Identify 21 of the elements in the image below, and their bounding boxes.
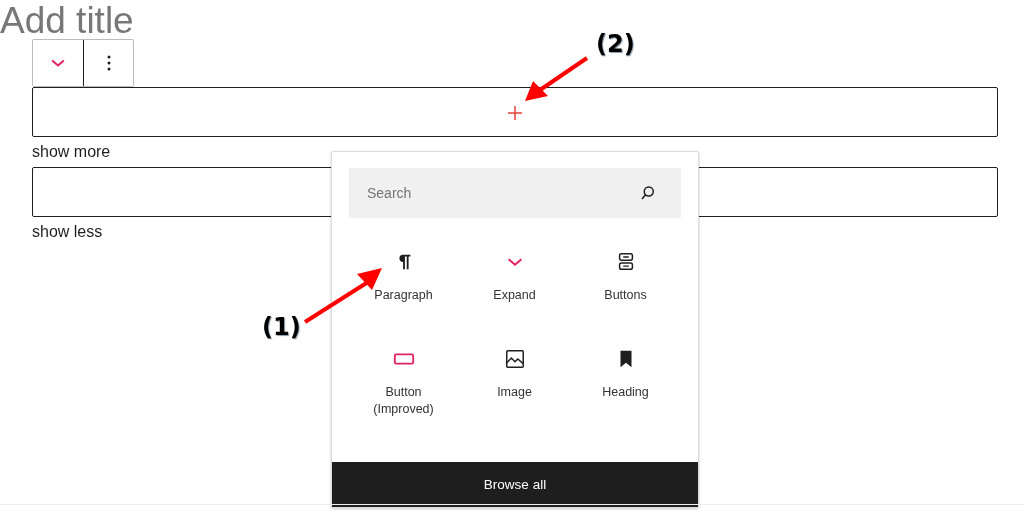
annotation-arrow xyxy=(525,56,589,101)
options-button[interactable] xyxy=(83,40,133,86)
plus-icon xyxy=(508,106,522,120)
block-type-item[interactable]: Button (Improved) xyxy=(348,348,459,418)
block-type-item[interactable]: Expand xyxy=(459,251,570,304)
block-type-item[interactable]: Image xyxy=(459,348,570,401)
search-icon xyxy=(639,184,657,202)
more-options-icon xyxy=(105,54,112,72)
search-input[interactable]: Search xyxy=(365,184,639,202)
annotation-label: (1) xyxy=(262,313,301,341)
block-placeholder[interactable] xyxy=(32,87,998,137)
browse-all-button[interactable]: Browse all xyxy=(332,462,698,507)
post-title-placeholder[interactable]: Add title xyxy=(0,2,134,39)
toggle-link[interactable]: show more xyxy=(32,137,998,167)
search-field[interactable]: Search xyxy=(349,168,681,218)
block-type-item[interactable]: Paragraph xyxy=(348,251,459,304)
block-type-item[interactable]: Heading xyxy=(570,348,681,401)
image-icon xyxy=(503,348,526,370)
block-type-item[interactable]: Buttons xyxy=(570,251,681,304)
annotation-label: (2) xyxy=(596,30,635,58)
toggle-link[interactable]: show less xyxy=(32,217,998,247)
